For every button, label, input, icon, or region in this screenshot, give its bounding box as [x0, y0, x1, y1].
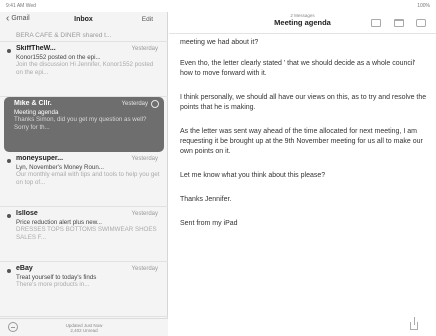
message-date: Yesterday	[131, 46, 158, 52]
message-row-selected[interactable]: Mike & Cllr. Yesterday Meeting agenda Th…	[4, 97, 164, 152]
edit-button[interactable]: Edit	[142, 16, 153, 23]
body-signature: Sent from my iPad	[180, 220, 238, 227]
message-sender: eBay	[16, 265, 33, 272]
thread-count-icon	[151, 100, 159, 108]
share-icon[interactable]	[410, 317, 418, 330]
message-view: 2 Messages Meeting agenda meeting we had…	[169, 12, 436, 336]
status-bar: 9:41 AM Wed 100%	[0, 0, 436, 12]
message-preview: Join the discussion Hi Jennifer, Konor15…	[16, 61, 154, 76]
message-body: meeting we had about it? Even tho, the l…	[180, 38, 430, 240]
list-item[interactable]: BERA CAFE & DINER shared t...	[0, 30, 168, 42]
folder-icon[interactable]	[394, 19, 404, 27]
message-row[interactable]: SkiffTheW... Yesterday Konor1552 posted …	[0, 42, 168, 97]
message-row[interactable]: moneysuper... Yesterday Lyn, November's …	[0, 152, 168, 207]
message-footer	[169, 317, 436, 336]
message-subject: Meeting agenda	[14, 109, 59, 116]
message-preview: DRESSES TOPS BOTTOMS SWIMWEAR SHOES SALE…	[16, 226, 157, 241]
message-preview: Our monthly email with tips and tools to…	[16, 171, 160, 186]
message-preview: Thanks Simon, did you get my question as…	[14, 116, 147, 131]
flag-icon[interactable]	[371, 19, 381, 27]
message-sender: SkiffTheW...	[16, 45, 56, 52]
status-time: 9:41 AM Wed	[6, 3, 36, 9]
message-preview: There's more products in...	[16, 281, 90, 288]
message-sender: Isllose	[16, 210, 38, 217]
unread-dot-icon	[7, 49, 11, 53]
message-subject: Price reduction alert plus new...	[16, 219, 102, 226]
message-date: Yesterday	[131, 266, 158, 272]
sidebar-footer: Updated Just Now 2,402 Unread	[0, 318, 168, 336]
body-paragraph: meeting we had about it?	[180, 39, 259, 46]
trash-icon[interactable]	[416, 19, 426, 27]
unread-dot-icon	[7, 214, 11, 218]
message-subject: Konor1552 posted on the epi...	[16, 54, 101, 61]
update-status: Updated Just Now 2,402 Unread	[0, 323, 168, 333]
message-date: Yesterday	[121, 101, 148, 107]
body-paragraph: I think personally, we should all have o…	[180, 94, 427, 111]
message-row[interactable]: Isllose Yesterday Price reduction alert …	[0, 207, 168, 262]
mailbox-sidebar: ‹ Gmail Inbox Edit BERA CAFE & DINER sha…	[0, 12, 168, 336]
body-paragraph: As the letter was sent way ahead of the …	[180, 128, 423, 155]
message-subject: Lyn, November's Money Roun...	[16, 164, 104, 171]
message-date: Yesterday	[131, 156, 158, 162]
message-list: BERA CAFE & DINER shared t... SkiffTheW.…	[0, 30, 168, 317]
unread-dot-icon	[7, 159, 11, 163]
body-paragraph: Even tho, the letter clearly stated ' th…	[180, 60, 416, 77]
message-date: Yesterday	[131, 211, 158, 217]
message-row[interactable]: eBay Yesterday Treat yourself to today's…	[0, 262, 168, 317]
message-toolbar: 2 Messages Meeting agenda	[169, 12, 436, 34]
message-sender: moneysuper...	[16, 155, 64, 162]
message-sender: Mike & Cllr.	[14, 100, 52, 107]
sidebar-nav-bar: ‹ Gmail Inbox Edit	[0, 12, 167, 30]
body-paragraph: Let me know what you think about this pl…	[180, 172, 326, 179]
unread-count: 2,402 Unread	[70, 328, 98, 333]
message-subject: Treat yourself to today's finds	[16, 274, 97, 281]
battery-status: 100%	[417, 3, 430, 9]
unread-dot-icon	[7, 269, 11, 273]
body-paragraph: Thanks Jennifer.	[180, 196, 232, 203]
